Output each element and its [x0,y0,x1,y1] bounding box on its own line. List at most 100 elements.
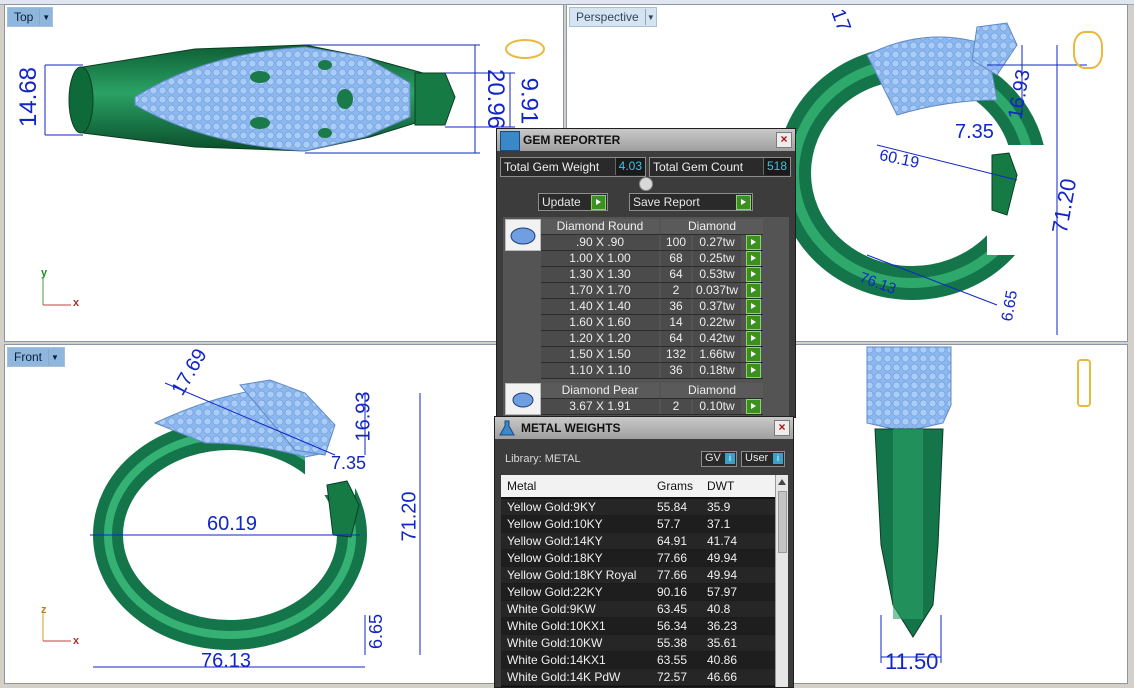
gem-group-header: Diamond Pear Diamond [541,383,763,399]
select-gem-button[interactable] [746,347,761,362]
gem-group-material: Diamond [661,219,763,234]
select-gem-button[interactable] [746,283,761,298]
dimension-label: 6.65 [366,613,387,650]
metal-dwt: 49.94 [707,551,738,565]
metal-row[interactable]: Yellow Gold:22KY 90.16 57.97 [501,584,775,601]
metal-table-header: Metal Grams DWT [501,475,775,497]
collapse-handle-icon[interactable] [639,177,653,191]
flask-icon [499,420,515,436]
gem-size: 1.30 X 1.30 [541,267,659,282]
gv-toggle[interactable]: GV i [701,451,737,467]
select-gem-button[interactable] [746,363,761,378]
metal-weights-title: METAL WEIGHTS [521,421,621,435]
metal-dwt: 37.1 [707,517,731,531]
gem-count: 36 [661,299,691,314]
gem-weight: 0.42tw [693,331,741,346]
select-gem-button[interactable] [746,235,761,250]
dimension-label: 11.50 [885,649,939,674]
total-gem-count-field: Total Gem Count 518 [649,157,791,177]
grams-column-header[interactable]: Grams [657,479,693,493]
gem-size: 1.40 X 1.40 [541,299,659,314]
select-gem-button[interactable] [746,399,761,414]
save-report-button[interactable]: Save Report [629,193,753,211]
close-icon[interactable]: × [776,132,792,148]
metal-dwt: 40.86 [707,653,738,667]
gem-row: 1.40 X 1.40 36 0.37tw [541,299,763,315]
user-toggle[interactable]: User i [741,451,785,467]
scroll-up-icon[interactable] [778,479,786,485]
metal-row[interactable]: White Gold:10KW 55.38 35.61 [501,635,775,652]
metal-grams: 57.7 [657,517,681,531]
user-toggle-label: User [745,452,769,464]
viewport-right[interactable]: 11.50 [792,344,1128,684]
gem-row: 1.60 X 1.60 14 0.22tw [541,315,763,331]
dimension-label: 16.93 [352,391,375,442]
metal-grams: 77.66 [657,551,688,565]
total-gem-count-value: 518 [762,158,790,175]
select-gem-button[interactable] [746,315,761,330]
gem-group-name: Diamond Pear [541,383,659,398]
gem-weight: 0.18tw [693,363,741,378]
update-button[interactable]: Update [538,193,608,211]
metal-name: White Gold:10KX1 [507,619,606,633]
play-icon [591,195,606,210]
gem-row: 1.30 X 1.30 64 0.53tw [541,267,763,283]
metal-row[interactable]: White Gold:9KW 63.45 40.8 [501,601,775,618]
close-icon[interactable]: × [774,420,790,436]
total-gem-weight-value: 4.03 [614,158,645,175]
gem-count: 2 [661,399,691,414]
dimension-label: 14.68 [15,66,43,128]
gem-group-name: Diamond Round [541,219,659,234]
gem-row: .90 X .90 100 0.27tw [541,235,763,251]
gem-weight: 0.37tw [693,299,741,314]
gem-count: 2 [661,283,691,298]
gem-count: 100 [661,235,691,250]
metal-table: Metal Grams DWT Yellow Gold:9KY 55.84 35.9… [501,475,775,687]
metal-row[interactable]: Yellow Gold:18KY Royal 77.66 49.94 [501,567,775,584]
library-label: Library: METAL [505,453,581,465]
metal-table-scrollbar[interactable] [775,475,788,687]
dwt-column-header[interactable]: DWT [707,479,734,493]
metal-row[interactable]: White Gold:14KX1 63.55 40.86 [501,652,775,669]
gem-size: .90 X .90 [541,235,659,250]
metal-grams: 63.55 [657,653,688,667]
diamond-pear-icon [505,383,541,415]
axis-y-label: y [41,267,48,279]
gem-reporter-panel: GEM REPORTER × Total Gem Weight 4.03 Tot… [496,128,796,418]
select-gem-button[interactable] [746,267,761,282]
metal-grams: 90.16 [657,585,688,599]
metal-name: White Gold:9KW [507,602,596,616]
total-gem-count-label: Total Gem Count [653,160,744,174]
metal-row[interactable]: Yellow Gold:9KY 55.84 35.9 [501,499,775,516]
metal-column-header[interactable]: Metal [507,479,536,493]
gem-size: 1.00 X 1.00 [541,251,659,266]
metal-grams: 64.91 [657,534,688,548]
metal-row[interactable]: Yellow Gold:18KY 77.66 49.94 [501,550,775,567]
metal-row[interactable]: White Gold:14K PdW 72.57 46.66 [501,669,775,686]
metal-row[interactable]: White Gold:10KX1 56.34 36.23 [501,618,775,635]
metal-dwt: 57.97 [707,585,738,599]
gem-row: 1.10 X 1.10 36 0.18tw [541,363,763,379]
update-button-label: Update [542,195,581,209]
gem-weight: 0.22tw [693,315,741,330]
metal-row[interactable]: Yellow Gold:10KY 57.7 37.1 [501,516,775,533]
play-icon [736,195,751,210]
scrollbar-thumb[interactable] [778,491,787,553]
viewport-front[interactable]: Front ▼ 17.69 16.93 7.35 60.19 71.20 6.6… [4,344,504,684]
metal-weights-titlebar[interactable]: METAL WEIGHTS × [495,417,793,439]
metal-name: Yellow Gold:22KY [507,585,603,599]
gem-reporter-title: GEM REPORTER [523,133,621,147]
metal-name: Yellow Gold:14KY [507,534,603,548]
viewport-top[interactable]: Top ▼ 14.68 20.96 9.91 y x [4,4,564,342]
metal-row[interactable]: Yellow Gold:14KY 64.91 41.74 [501,533,775,550]
gem-count: 36 [661,363,691,378]
gem-reporter-titlebar[interactable]: GEM REPORTER × [497,129,795,151]
dimension-label: 20.96 [482,68,510,130]
select-gem-button[interactable] [746,331,761,346]
metal-grams: 55.38 [657,636,688,650]
gem-weight: 0.27tw [693,235,741,250]
gem-row: 1.20 X 1.20 64 0.42tw [541,331,763,347]
select-gem-button[interactable] [746,299,761,314]
gem-size: 1.10 X 1.10 [541,363,659,378]
select-gem-button[interactable] [746,251,761,266]
